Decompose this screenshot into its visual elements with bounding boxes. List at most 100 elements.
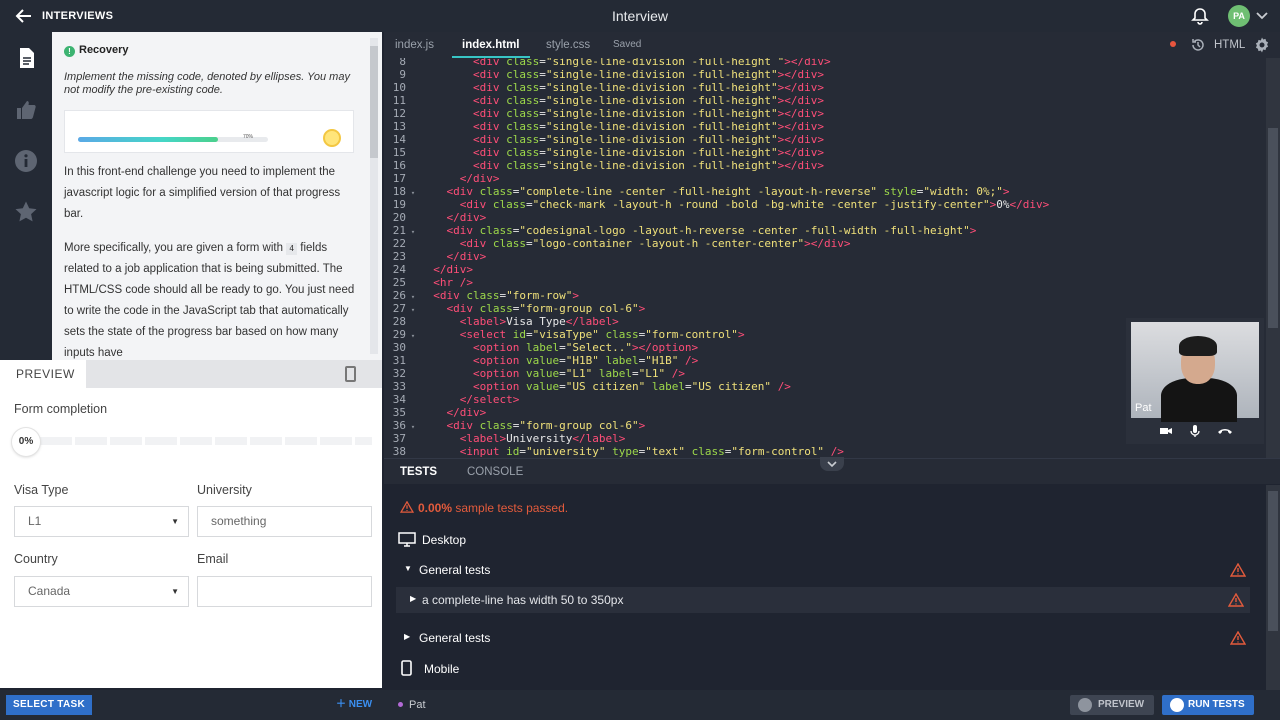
back-arrow-icon[interactable] [12, 5, 34, 27]
code-token: class [506, 58, 540, 68]
code-line[interactable]: 21 ▾ <div class="codesignal-logo -layout-… [384, 224, 1264, 237]
code-token: <option [472, 341, 526, 354]
editor-scroll-thumb[interactable] [1268, 128, 1278, 328]
collapse-panel-button[interactable] [820, 457, 844, 471]
code-line[interactable]: 15 <div class="single-line-division -ful… [384, 146, 1264, 159]
code-line[interactable]: 23 </div> [384, 250, 1264, 263]
line-number: 22 [392, 237, 406, 250]
code-line[interactable]: 13 <div class="single-line-division -ful… [384, 120, 1264, 133]
code-line[interactable]: 27 ▾ <div class="form-group col-6"> [384, 302, 1264, 315]
code-token: class [506, 120, 540, 133]
bell-icon[interactable] [1191, 7, 1209, 25]
code-token: class [506, 94, 540, 107]
code-line[interactable]: 20 </div> [384, 211, 1264, 224]
tab-index-html[interactable]: index.html [452, 32, 530, 58]
mobile-view-icon[interactable] [345, 366, 356, 382]
code-token: <label> [459, 432, 507, 445]
preview-button[interactable]: PREVIEW [1070, 695, 1154, 715]
code-token: "text" [645, 445, 685, 458]
preview-progress-percent: 70% [243, 134, 254, 140]
warning-icon [1230, 631, 1246, 645]
visa-type-select[interactable]: L1 ▼ [14, 506, 189, 537]
code-line[interactable]: 12 <div class="single-line-division -ful… [384, 107, 1264, 120]
code-line[interactable]: 14 <div class="single-line-division -ful… [384, 133, 1264, 146]
code-token: id [512, 328, 526, 341]
play-icon [1170, 698, 1184, 712]
code-line[interactable]: 26 ▾ <div class="form-row"> [384, 289, 1264, 302]
code-token: ></div> [777, 107, 825, 120]
interviews-link[interactable]: INTERVIEWS [42, 0, 113, 32]
preview-pane: Form completion 0% Visa Type L1 ▼ Univers… [0, 388, 382, 688]
code-token: University [506, 432, 573, 445]
code-token: "L1" [638, 367, 666, 380]
code-token: = [539, 107, 546, 120]
gear-icon[interactable] [1253, 36, 1271, 54]
task-title: ! Recovery [64, 44, 129, 57]
general-tests-group-expanded[interactable]: ▼ General tests [396, 557, 1250, 583]
code-line[interactable]: 19 <div class="check-mark -layout-h -rou… [384, 198, 1264, 211]
code-token: class [605, 328, 639, 341]
hang-up-icon[interactable] [1217, 424, 1233, 438]
code-line[interactable]: 9 <div class="single-line-division -full… [384, 68, 1264, 81]
country-select[interactable]: Canada ▼ [14, 576, 189, 607]
info-icon[interactable] [14, 149, 38, 173]
thumbs-up-icon[interactable] [14, 98, 38, 122]
select-task-button[interactable]: SELECT TASK [6, 695, 92, 715]
code-token: "L1" [565, 367, 593, 380]
task-instructions: Implement the missing code, denoted by e… [64, 71, 350, 96]
country-label: Country [14, 552, 58, 566]
desktop-section[interactable]: Desktop [398, 532, 466, 547]
code-line[interactable]: 24 </div> [384, 263, 1264, 276]
mobile-section[interactable]: Mobile [401, 660, 459, 676]
history-icon[interactable] [1190, 37, 1206, 53]
code-token: /> [684, 354, 699, 367]
university-input[interactable]: something [197, 506, 372, 537]
code-token: </div> [446, 250, 487, 263]
code-line[interactable]: 8 <div class="single-line-division -full… [384, 58, 1264, 68]
run-tests-button[interactable]: RUN TESTS [1162, 695, 1254, 715]
code-token: </div> [446, 406, 487, 419]
tests-scroll-thumb[interactable] [1268, 491, 1278, 631]
language-selector[interactable]: HTML [1214, 32, 1245, 58]
paragraph-text: fields related to a job application that… [64, 242, 355, 359]
avatar[interactable]: PA [1228, 5, 1250, 27]
description-scroll-thumb[interactable] [370, 46, 378, 158]
chevron-down-icon[interactable] [1256, 11, 1268, 21]
code-line[interactable]: 10 <div class="single-line-division -ful… [384, 81, 1264, 94]
mobile-label: Mobile [424, 662, 460, 676]
code-token: > [572, 289, 579, 302]
inline-code: 4 [286, 243, 298, 255]
document-icon[interactable] [14, 46, 38, 70]
tab-preview[interactable]: PREVIEW [0, 360, 86, 388]
code-line[interactable]: 22 <div class="logo-container -layout-h … [384, 237, 1264, 250]
tab-console[interactable]: CONSOLE [467, 459, 523, 485]
tab-style-css[interactable]: style.css [546, 32, 590, 58]
code-line[interactable]: 11 <div class="single-line-division -ful… [384, 94, 1264, 107]
tab-tests[interactable]: TESTS [400, 459, 438, 487]
email-input[interactable] [197, 576, 372, 607]
code-token: ></div> [777, 68, 825, 81]
task-description-panel: ! Recovery Implement the missing code, de… [52, 32, 382, 360]
visa-type-value: L1 [28, 514, 42, 528]
code-token: = [539, 81, 546, 94]
line-number: 11 [392, 94, 406, 107]
tab-index-js[interactable]: index.js [395, 32, 434, 58]
code-token: </select> [459, 393, 520, 406]
code-line[interactable]: 17 </div> [384, 172, 1264, 185]
general-tests-group-collapsed[interactable]: ▶ General tests [396, 625, 1250, 651]
code-token: "form-group col-6" [519, 302, 639, 315]
test-item-row[interactable]: ▶ a complete-line has width 50 to 350px [396, 587, 1250, 613]
code-line[interactable]: 25 <hr /> [384, 276, 1264, 289]
code-line[interactable]: 18 ▾ <div class="complete-line -center -f… [384, 185, 1264, 198]
new-button[interactable]: ＋ NEW [336, 695, 372, 715]
microphone-icon[interactable] [1188, 424, 1202, 438]
star-icon[interactable] [14, 200, 38, 224]
code-line[interactable]: 16 <div class="single-line-division -ful… [384, 159, 1264, 172]
camera-icon[interactable] [1159, 424, 1173, 438]
